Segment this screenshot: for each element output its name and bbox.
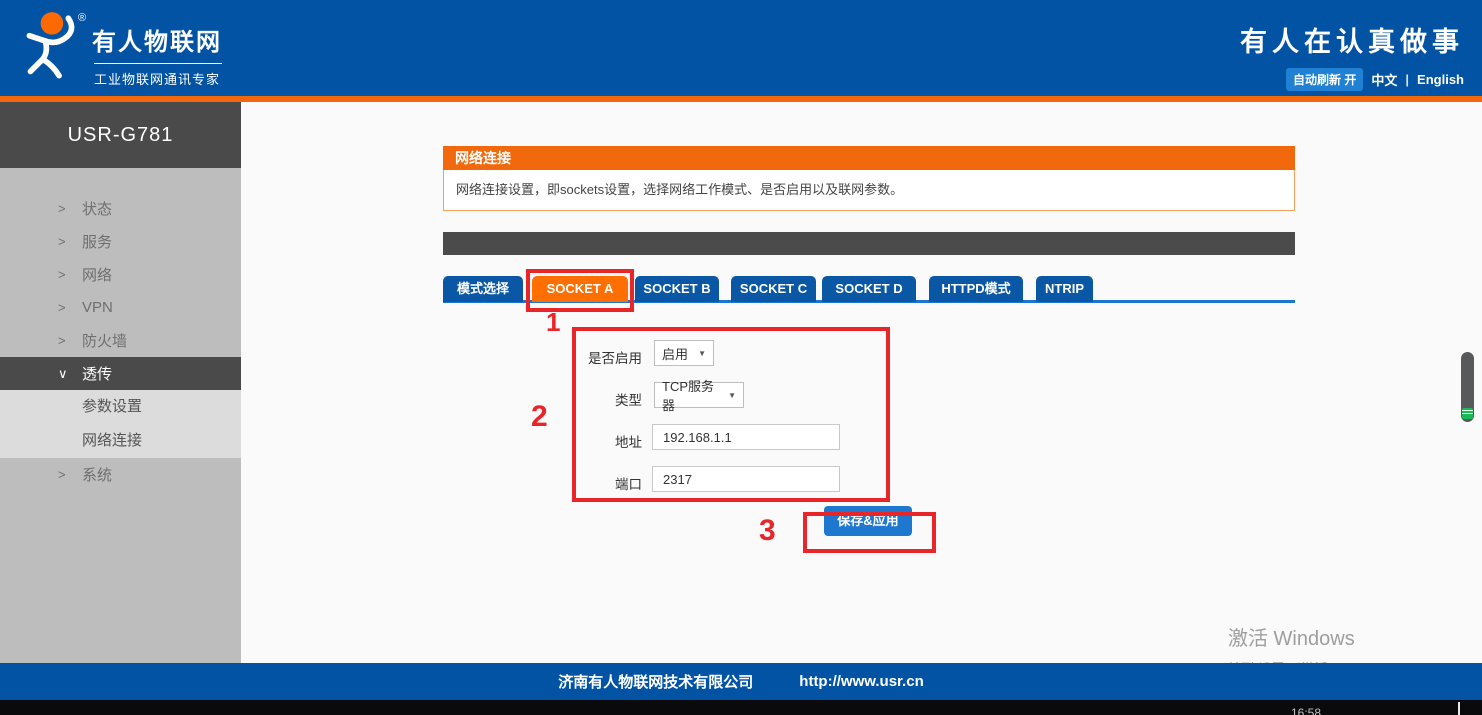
chevron-right-icon: > [58,333,82,348]
sidebar-item-network[interactable]: > 网络 [0,258,241,291]
header-right: 有人在认真做事 自动刷新 开 中文 | English [1240,20,1464,91]
sidebar-item-passthrough[interactable]: ∨ 透传 [0,357,241,390]
type-label: 类型 [568,389,642,409]
header-links: 自动刷新 开 中文 | English [1240,68,1464,91]
scrollbar-thumb[interactable] [1461,352,1474,422]
lang-divider: | [1405,72,1409,87]
taskbar-divider [1458,702,1460,715]
enable-label: 是否启用 [568,347,642,367]
sidebar-item-vpn[interactable]: > VPN [0,291,241,324]
taskbar-strip: 16:58 [0,700,1482,715]
footer: 济南有人物联网技术有限公司 http://www.usr.cn [0,663,1482,700]
sidebar-item-services[interactable]: > 服务 [0,225,241,258]
tab-socket-d[interactable]: SOCKET D [822,276,916,302]
address-label: 地址 [568,431,642,451]
watermark-line1: 激活 Windows [1228,622,1397,651]
tab-socket-c[interactable]: SOCKET C [731,276,816,302]
slogan-text: 有人在认真做事 [1240,20,1464,59]
footer-company: 济南有人物联网技术有限公司 [558,671,753,692]
registered-mark-icon: ® [78,12,86,24]
chevron-right-icon: > [58,467,82,482]
chevron-right-icon: > [58,267,82,282]
sidebar-subitem-network-connection[interactable]: 网络连接 [0,424,241,458]
sidebar-item-label: 状态 [82,198,112,219]
sidebar-item-status[interactable]: > 状态 [0,192,241,225]
address-input[interactable] [652,424,840,450]
brand-divider [94,63,222,64]
dropdown-arrow-icon: ▼ [728,391,736,400]
sidebar-item-label: 透传 [82,363,112,384]
type-select[interactable]: TCP服务器 ▼ [654,382,744,408]
tab-socket-a[interactable]: SOCKET A [532,276,628,302]
chevron-right-icon: > [58,201,82,216]
annotation-number-2: 2 [531,400,548,434]
top-header: ® 有人物联网 工业物联网通讯专家 有人在认真做事 自动刷新 开 中文 | En… [0,0,1482,96]
lang-en-link[interactable]: English [1417,72,1464,87]
sidebar-item-label: 服务 [82,231,112,252]
taskbar-clock: 16:58 [1291,706,1321,715]
chevron-right-icon: > [58,300,82,315]
chevron-down-icon: ∨ [58,366,82,382]
sidebar-submenu: 参数设置 网络连接 [0,390,241,458]
sidebar: USR-G781 > 状态 > 服务 > 网络 > VPN > 防火墙 [0,102,241,663]
type-select-value: TCP服务器 [662,376,720,414]
sidebar-subitem-parameter-settings[interactable]: 参数设置 [0,390,241,424]
port-input[interactable] [652,466,840,492]
brand-logo: ® [16,8,94,90]
footer-url: http://www.usr.cn [799,673,923,690]
brand-subtitle: 工业物联网通讯专家 [94,69,222,88]
enable-select-value: 启用 [662,344,688,363]
sidebar-item-firewall[interactable]: > 防火墙 [0,324,241,357]
scroll-progress-indicator [1462,408,1473,419]
tab-socket-b[interactable]: SOCKET B [635,276,719,302]
sidebar-item-label: VPN [82,299,113,316]
port-label: 端口 [568,473,642,493]
device-name: USR-G781 [0,102,241,168]
tab-mode-select[interactable]: 模式选择 [443,276,523,302]
page: ® 有人物联网 工业物联网通讯专家 有人在认真做事 自动刷新 开 中文 | En… [0,0,1482,715]
brand-title: 有人物联网 [92,22,222,57]
sidebar-menu: > 状态 > 服务 > 网络 > VPN > 防火墙 ∨ 透传 [0,168,241,491]
sidebar-item-label: 防火墙 [82,330,127,351]
chevron-right-icon: > [58,234,82,249]
brand-block: 有人物联网 工业物联网通讯专家 [92,22,222,88]
save-apply-button[interactable]: 保存&应用 [824,506,912,536]
sidebar-item-label: 系统 [82,464,112,485]
sidebar-item-system[interactable]: > 系统 [0,458,241,491]
auto-refresh-toggle[interactable]: 自动刷新 开 [1286,68,1363,91]
enable-select[interactable]: 启用 ▼ [654,340,714,366]
annotation-number-3: 3 [759,514,776,548]
dropdown-arrow-icon: ▼ [698,349,706,358]
page-title: 网络连接 [443,146,1295,170]
annotation-number-1: 1 [546,307,560,338]
tab-httpd-mode[interactable]: HTTPD模式 [929,276,1023,302]
sidebar-item-label: 网络 [82,264,112,285]
lang-zh-link[interactable]: 中文 [1371,70,1397,89]
tab-ntrip[interactable]: NTRIP [1036,276,1093,302]
page-description: 网络连接设置，即sockets设置，选择网络工作模式、是否启用以及联网参数。 [443,170,1295,211]
toolbar-bar [443,232,1295,255]
